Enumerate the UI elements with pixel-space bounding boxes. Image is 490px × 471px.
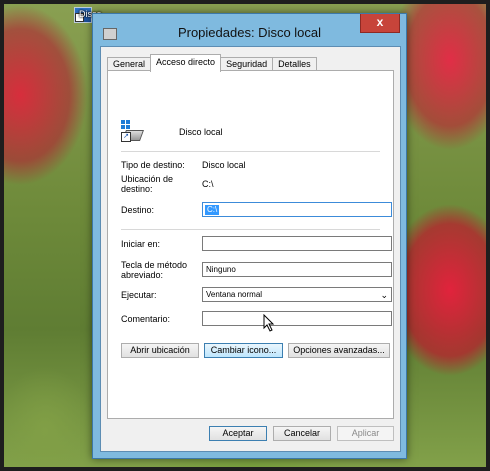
properties-dialog: Propiedades: Disco local x General Acces…: [92, 13, 407, 459]
target-input[interactable]: C:\: [202, 202, 392, 217]
title-bar[interactable]: Propiedades: Disco local x: [93, 14, 406, 48]
start-in-label: Iniciar en:: [121, 239, 161, 249]
mouse-pointer-icon: [263, 314, 275, 332]
open-location-button[interactable]: Abrir ubicación: [121, 343, 199, 358]
divider: [121, 151, 380, 152]
tab-shortcut[interactable]: Acceso directo: [150, 54, 222, 72]
change-icon-button[interactable]: Cambiar icono...: [204, 343, 283, 358]
dialog-client-area: General Acceso directo Seguridad Detalle…: [100, 46, 401, 452]
ok-button[interactable]: Aceptar: [209, 426, 267, 441]
target-label: Destino:: [121, 205, 155, 215]
advanced-options-button[interactable]: Opciones avanzadas...: [288, 343, 390, 358]
hotkey-input[interactable]: Ninguno: [202, 262, 392, 277]
target-location-label: Ubicación de destino:: [121, 174, 174, 194]
hotkey-value: Ninguno: [206, 265, 236, 274]
shortcut-tab-panel: ↗ Disco local Tipo de destino: Disco loc…: [107, 70, 394, 419]
apply-button[interactable]: Aplicar: [337, 426, 394, 441]
shortcut-name: Disco local: [179, 127, 223, 137]
run-label: Ejecutar:: [121, 290, 157, 300]
run-value: Ventana normal: [206, 290, 263, 299]
close-button[interactable]: x: [360, 14, 400, 33]
comment-label: Comentario:: [121, 314, 171, 324]
target-type-value: Disco local: [202, 160, 246, 170]
comment-input[interactable]: [202, 311, 392, 326]
start-in-input[interactable]: [202, 236, 392, 251]
run-select[interactable]: Ventana normal ⌄: [202, 287, 392, 302]
drive-shortcut-icon: ↗: [121, 120, 145, 142]
target-input-value: C:\: [205, 205, 220, 215]
target-location-value: C:\: [202, 179, 214, 189]
hotkey-label: Tecla de método abreviado:: [121, 260, 188, 280]
divider: [121, 229, 380, 230]
cancel-button[interactable]: Cancelar: [273, 426, 331, 441]
tab-strip: General Acceso directo Seguridad Detalle…: [107, 54, 317, 72]
target-type-label: Tipo de destino:: [121, 160, 185, 170]
chevron-down-icon: ⌄: [380, 290, 388, 300]
